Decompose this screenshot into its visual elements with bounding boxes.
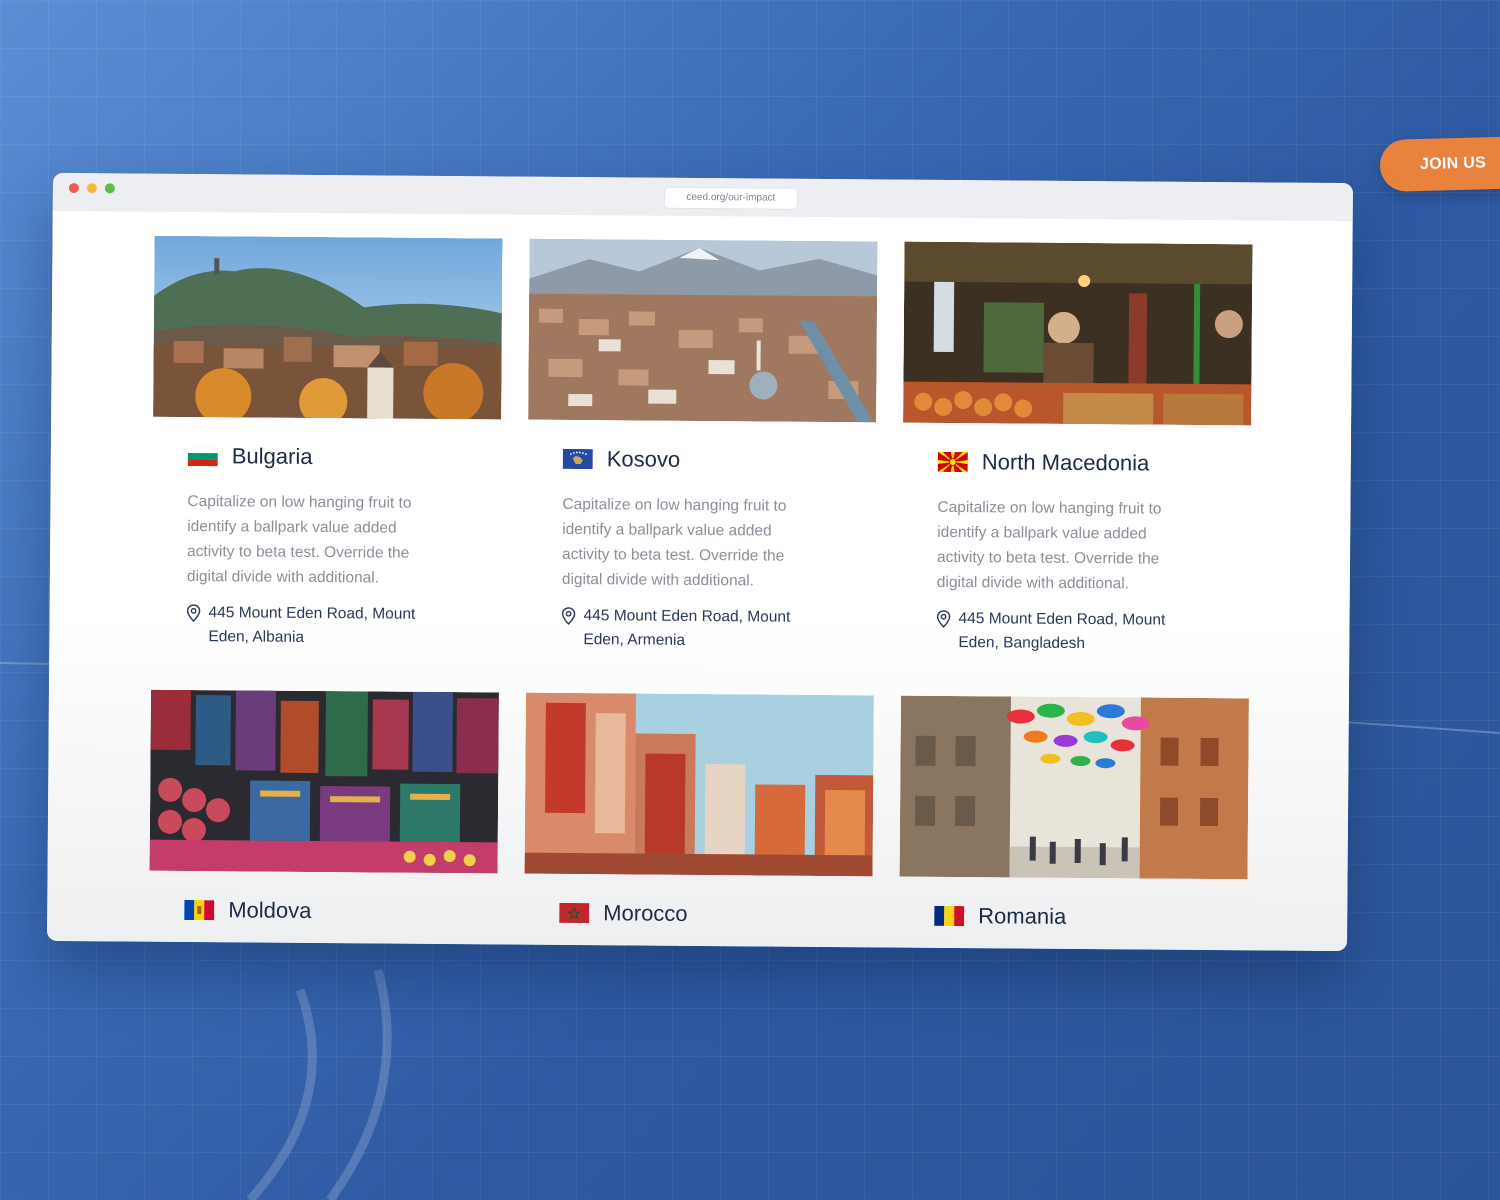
country-card-moldova[interactable]: Moldova (149, 689, 499, 926)
close-window-dot[interactable] (68, 183, 79, 194)
north-macedonia-photo (903, 241, 1253, 426)
address-bar[interactable]: ceed.org/our-impact (663, 186, 798, 210)
country-name: Morocco (603, 900, 688, 926)
romania-flag-icon (934, 905, 965, 927)
maximize-window-dot[interactable] (104, 183, 115, 194)
country-name: Kosovo (606, 446, 681, 472)
moldova-flag-icon (184, 899, 215, 921)
country-description: Capitalize on low hanging fruit to ident… (936, 498, 1162, 593)
north-macedonia-flag-icon (937, 451, 968, 473)
browser-window: ceed.org/our-impact Bulgaria Capitalize … (47, 172, 1353, 952)
moldova-photo (149, 689, 499, 874)
country-address: 445 Mount Eden Road, Mount Eden, Banglad… (958, 610, 1166, 653)
country-name: Romania (978, 903, 1067, 929)
romania-photo (899, 695, 1249, 880)
impact-grid: Bulgaria Capitalize on low hanging fruit… (47, 210, 1353, 952)
country-name: Bulgaria (231, 443, 313, 469)
location-pin-icon (936, 610, 951, 628)
morocco-photo (524, 692, 874, 877)
country-name: North Macedonia (981, 449, 1150, 476)
country-card-romania[interactable]: Romania (899, 695, 1249, 932)
country-card-bulgaria[interactable]: Bulgaria Capitalize on low hanging fruit… (151, 235, 503, 652)
join-us-button[interactable]: JOIN US (1379, 135, 1500, 193)
minimize-window-dot[interactable] (86, 183, 97, 194)
country-description: Capitalize on low hanging fruit to ident… (561, 495, 787, 590)
morocco-flag-icon (559, 902, 590, 924)
kosovo-flag-icon (562, 448, 593, 470)
country-description: Capitalize on low hanging fruit to ident… (186, 492, 412, 587)
country-name: Moldova (228, 897, 312, 923)
country-address: 445 Mount Eden Road, Mount Eden, Armenia (583, 607, 791, 649)
country-card-north-macedonia[interactable]: North Macedonia Capitalize on low hangin… (901, 241, 1253, 658)
kosovo-photo (528, 238, 878, 423)
bulgaria-photo (153, 235, 503, 420)
location-pin-icon (561, 607, 576, 625)
bulgaria-flag-icon (187, 445, 218, 467)
country-card-kosovo[interactable]: Kosovo Capitalize on low hanging fruit t… (526, 238, 878, 655)
location-pin-icon (186, 604, 201, 623)
country-card-morocco[interactable]: Morocco (524, 692, 874, 929)
decorative-arcs (246, 968, 392, 1200)
country-address: 445 Mount Eden Road, Mount Eden, Albania (208, 604, 416, 646)
